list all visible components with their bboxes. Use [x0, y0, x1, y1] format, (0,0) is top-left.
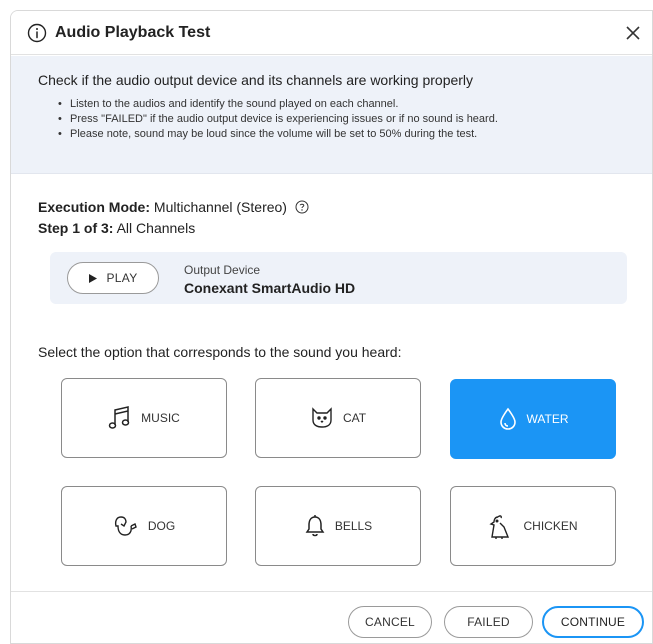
dog-icon: [113, 514, 139, 538]
play-button[interactable]: PLAY: [67, 262, 159, 294]
chicken-icon: [488, 513, 514, 539]
dialog-footer: CANCEL FAILED CONTINUE: [11, 591, 652, 643]
output-device-name: Conexant SmartAudio HD: [184, 280, 356, 296]
option-bells[interactable]: BELLS: [255, 486, 421, 566]
output-device-panel: PLAY Output Device Conexant SmartAudio H…: [50, 252, 627, 304]
option-music[interactable]: MUSIC: [61, 378, 227, 458]
step-label: Step 1 of 3:: [38, 220, 114, 236]
help-icon[interactable]: [295, 200, 309, 214]
info-circle-icon: [27, 23, 47, 43]
option-dog[interactable]: DOG: [61, 486, 227, 566]
failed-button[interactable]: FAILED: [444, 606, 533, 638]
play-button-label: PLAY: [106, 271, 138, 285]
music-note-icon: [108, 405, 132, 431]
bell-icon: [304, 514, 326, 538]
step-indicator: Step 1 of 3: All Channels: [38, 220, 195, 236]
option-chicken[interactable]: CHICKEN: [450, 486, 616, 566]
instructions-heading: Check if the audio output device and its…: [38, 72, 474, 88]
output-device-label: Output Device: [184, 263, 261, 277]
close-button[interactable]: [620, 20, 646, 46]
instruction-item: Press "FAILED" if the audio output devic…: [58, 112, 652, 127]
close-icon: [625, 25, 641, 41]
option-label: MUSIC: [141, 411, 180, 425]
dialog-titlebar: Audio Playback Test: [11, 11, 652, 55]
execution-mode-label: Execution Mode:: [38, 199, 151, 215]
audio-playback-dialog: Audio Playback Test Check if the audio o…: [10, 10, 653, 644]
cat-icon: [310, 407, 334, 429]
continue-button[interactable]: CONTINUE: [542, 606, 644, 638]
play-icon: [88, 273, 97, 283]
execution-mode: Execution Mode: Multichannel (Stereo): [38, 199, 309, 215]
instructions-list: Listen to the audios and identify the so…: [38, 97, 652, 142]
option-label: CAT: [342, 411, 367, 425]
instructions-panel: Check if the audio output device and its…: [11, 56, 652, 174]
step-value: All Channels: [116, 220, 196, 236]
select-prompt: Select the option that corresponds to th…: [38, 344, 402, 360]
instruction-item: Please note, sound may be loud since the…: [58, 127, 652, 142]
instruction-item: Listen to the audios and identify the so…: [58, 97, 652, 112]
option-cat[interactable]: CAT: [255, 378, 421, 458]
execution-mode-value: Multichannel (Stereo): [153, 199, 287, 215]
option-water[interactable]: WATER: [450, 379, 616, 459]
water-drop-icon: [498, 407, 518, 431]
option-label: WATER: [526, 412, 569, 426]
cancel-button[interactable]: CANCEL: [348, 606, 432, 638]
option-label: CHICKEN: [523, 519, 578, 533]
dialog-title: Audio Playback Test: [55, 23, 211, 41]
option-label: DOG: [147, 519, 176, 533]
option-label: BELLS: [334, 519, 373, 533]
